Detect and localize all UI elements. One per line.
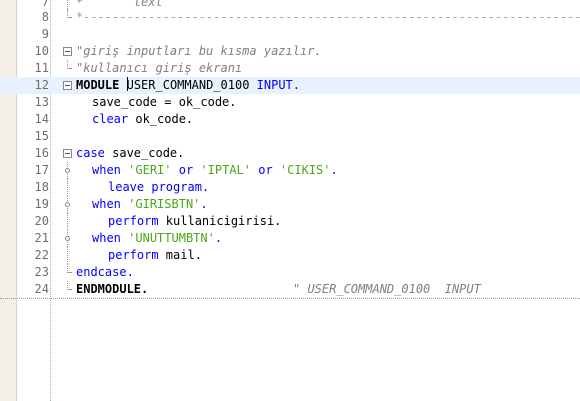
punctuation: . [330,163,338,177]
code-text: save_code = ok_code. [92,95,237,109]
keyword: case [76,146,105,160]
fold-guide-end [67,17,72,18]
line-number: 20 [34,214,49,228]
code-text: perform kullanicigirisi. [108,213,281,230]
branch-marker-icon[interactable] [65,202,70,207]
code-line: 24 ENDMODULE. " USER_COMMAND_0100 INPUT [0,281,580,299]
keyword: when [92,231,121,245]
line-number: 21 [34,231,49,245]
code-text: MODULE USER_COMMAND_0100 INPUT. [76,77,300,94]
code-line: 9 [0,26,580,43]
code-line: 19 when 'GIRISBTN'. [0,196,580,213]
line-number: 18 [34,180,49,194]
string-literal: 'CIKIS' [279,163,331,177]
comment-text: " USER_COMMAND_0100 INPUT [293,282,481,296]
code-text: clear ok_code. [92,111,193,128]
keyword: INPUT. [256,78,301,92]
identifier: ok_code. [128,112,194,126]
line-number: 23 [34,265,49,279]
identifier: save_code. [104,146,185,160]
string-literal: 'GERI' [128,163,172,177]
branch-marker-icon[interactable] [65,168,70,173]
keyword: endcase. [76,265,134,279]
line-number: 9 [41,27,49,41]
code-line: 14 clear ok_code. [0,111,580,128]
comment-text: "giriş inputları bu kısma yazılır. [76,44,322,58]
code-text: case save_code. [76,145,184,162]
line-number: 19 [34,197,49,211]
code-line: 16 case save_code. [0,145,580,162]
string-literal: 'GIRISBTN' [128,197,201,211]
line-number: 17 [34,163,49,177]
code-line: 11 "kullanıcı giriş ekranı [0,60,580,77]
fold-guide-end [67,289,72,290]
code-line-current: 12 MODULE USER_COMMAND_0100 INPUT. [0,77,580,94]
keyword: when [92,197,121,211]
keyword: leave program. [108,180,210,194]
line-number: 8 [41,10,49,24]
line-number: 16 [34,146,49,160]
code-line: 8 *-------------------------------------… [0,9,580,26]
keyword: clear [92,112,129,126]
keyword: MODULE [76,78,120,92]
code-line: 15 [0,128,580,145]
collapse-toggle-icon[interactable] [63,149,72,158]
line-number: 11 [34,61,49,75]
fold-guide-end [67,68,72,69]
code-text: perform mail. [108,247,202,264]
line-number: 22 [34,248,49,262]
code-text: when 'UNUTTUMBTN'. [92,230,222,247]
fold-guide [67,213,69,230]
code-line: 22 perform mail. [0,247,580,264]
punctuation: . [214,231,223,245]
code-text: when 'GIRISBTN'. [92,196,208,213]
line-number: 14 [34,112,49,126]
code-text: when 'GERI' or 'IPTAL' or 'CIKIS'. [92,162,338,179]
keyword: perform [108,248,159,262]
keyword: ENDMODULE. [76,282,149,296]
code-line: 18 leave program. [0,179,580,196]
line-number: 13 [34,95,49,109]
collapse-toggle-icon[interactable] [63,47,72,56]
string-literal: 'IPTAL' [200,163,251,177]
line-number: 12 [34,78,49,92]
keyword: when [92,163,121,177]
code-line: 21 when 'UNUTTUMBTN'. [0,230,580,247]
fold-guide [67,179,69,196]
string-literal: 'UNUTTUMBTN' [128,231,215,245]
branch-marker-icon[interactable] [65,236,70,241]
comment-rule: *---------------------------------------… [76,10,580,24]
punctuation: . [200,197,208,211]
code-line: 20 perform kullanicigirisi. [0,213,580,230]
code-line: 13 save_code = ok_code. [0,94,580,111]
line-number: 15 [34,129,49,143]
line-number: 24 [34,282,49,296]
identifier: USER_COMMAND_0100 [126,78,250,92]
code-line: 17 when 'GERI' or 'IPTAL' or 'CIKIS'. [0,162,580,179]
identifier: kullanicigirisi. [158,214,282,228]
line-number: 10 [34,44,49,58]
fold-guide-end [67,272,72,273]
keyword: or [258,163,273,177]
code-line: 10 "giriş inputları bu kısma yazılır. [0,43,580,60]
keyword: or [178,163,194,177]
comment-text: "kullanıcı giriş ekranı [76,61,243,75]
keyword: perform [108,214,159,228]
collapse-toggle-icon[interactable] [63,81,72,90]
identifier: mail. [158,248,202,262]
code-line: 23 endcase. [0,264,580,281]
fold-guide [67,247,69,264]
